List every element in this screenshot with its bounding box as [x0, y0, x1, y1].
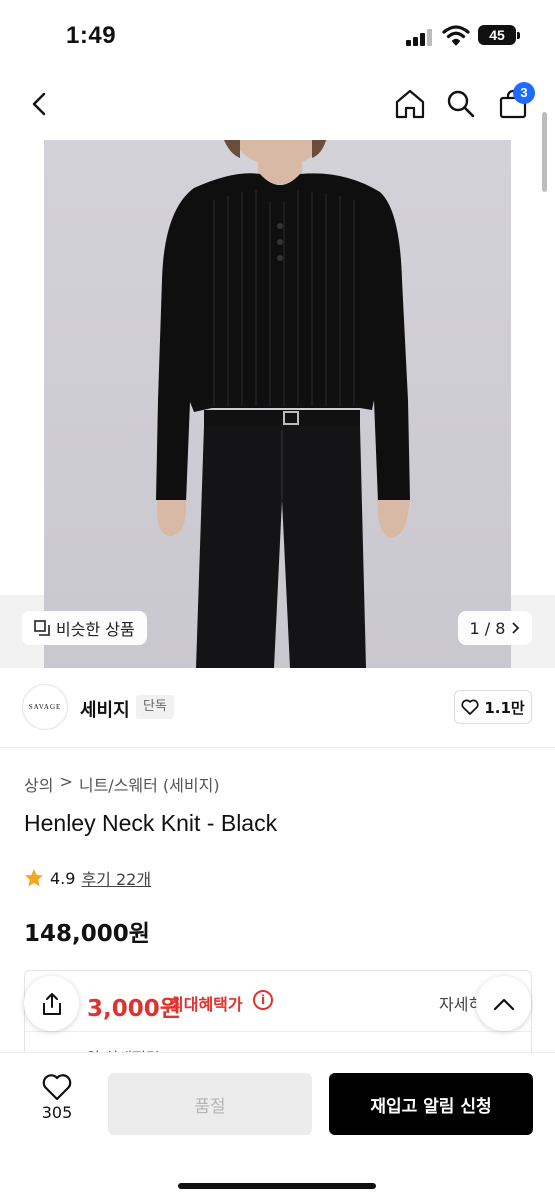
heart-icon	[42, 1074, 72, 1101]
breadcrumb-subcategory[interactable]: 니트/스웨터 (세비지)	[79, 772, 220, 796]
cart-button[interactable]: 3	[493, 82, 535, 124]
cellular-signal-icon	[406, 28, 434, 46]
star-icon	[25, 869, 43, 887]
search-icon	[447, 90, 475, 118]
home-icon	[395, 89, 425, 119]
chevron-left-icon	[32, 92, 46, 116]
search-button[interactable]	[441, 84, 481, 124]
benefit-divider	[25, 1031, 531, 1032]
product-page: 1:49 45 3 비슷한 상품 1 / 8 SAVAGE 세비지 단독 1.1…	[0, 0, 555, 1200]
bottom-action-bar: 305 품절 재입고 알림 신청	[0, 1052, 555, 1200]
brand-logo[interactable]: SAVAGE	[22, 684, 68, 730]
product-price: 148,000원	[24, 921, 150, 947]
max-benefit-label: 최대혜택가	[169, 995, 243, 1014]
status-time: 1:49	[66, 22, 117, 49]
heart-icon	[461, 699, 479, 715]
share-icon	[42, 992, 61, 1015]
product-photo[interactable]	[44, 140, 511, 668]
wishlist-count: 305	[41, 1103, 73, 1122]
scroll-top-button[interactable]	[476, 976, 531, 1031]
back-button[interactable]	[20, 84, 60, 124]
gallery-page-indicator: 1 / 8	[469, 618, 506, 638]
similar-products-button[interactable]: 비슷한 상품	[22, 611, 147, 645]
similar-products-label: 비슷한 상품	[56, 620, 135, 639]
scrollbar[interactable]	[542, 112, 547, 192]
gallery-pager[interactable]: 1 / 8	[458, 611, 532, 645]
wishlist-button[interactable]: 305	[24, 1073, 90, 1139]
brand-row: SAVAGE 세비지 단독 1.1만	[0, 668, 555, 748]
brand-name[interactable]: 세비지	[80, 696, 130, 722]
share-button[interactable]	[24, 976, 79, 1031]
nav-bar: 3	[0, 72, 555, 138]
rating-row: 4.9 후기 22개	[24, 866, 151, 890]
review-count-link[interactable]: 후기 22개	[81, 866, 151, 890]
status-bar: 1:49 45	[0, 0, 555, 72]
home-button[interactable]	[390, 84, 430, 124]
wifi-icon	[442, 25, 470, 46]
copy-icon	[34, 620, 50, 636]
model-illustration	[156, 140, 410, 668]
breadcrumb: 상의 > 니트/스웨터 (세비지)	[24, 772, 220, 796]
exclusive-badge: 단독	[136, 695, 174, 719]
soldout-button[interactable]: 품절	[108, 1073, 312, 1135]
chevron-right-icon	[512, 622, 520, 634]
battery-indicator: 45	[478, 25, 520, 45]
rating-score: 4.9	[50, 868, 76, 888]
cart-count-badge: 3	[513, 82, 535, 104]
breadcrumb-category[interactable]: 상의	[24, 772, 53, 796]
max-benefit-price: 3,000원	[87, 996, 181, 1022]
restock-alert-button[interactable]: 재입고 알림 신청	[329, 1073, 533, 1135]
info-icon[interactable]: i	[253, 990, 273, 1010]
home-indicator	[178, 1183, 376, 1189]
product-title: Henley Neck Knit - Black	[24, 810, 278, 836]
brand-like-button[interactable]: 1.1만	[454, 690, 532, 724]
chevron-up-icon	[493, 998, 514, 1010]
breadcrumb-separator: >	[59, 772, 73, 791]
brand-like-count: 1.1만	[484, 698, 525, 717]
